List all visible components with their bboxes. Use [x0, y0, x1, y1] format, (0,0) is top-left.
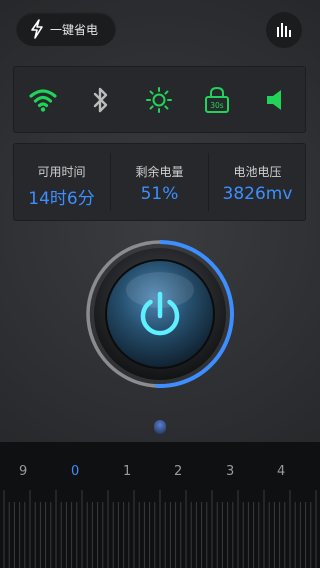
ruler-number: 4 [277, 464, 286, 479]
bar-chart-icon [277, 23, 291, 37]
ruler-number: 1 [123, 464, 132, 479]
one-key-save-label: 一键省电 [50, 22, 99, 37]
wifi-toggle[interactable] [27, 84, 59, 116]
lightning-icon [31, 19, 43, 39]
battery-stats-panel: 可用时间 14时6分 剩余电量 51% 电池电压 3826mv [13, 143, 306, 221]
ruler-number: 3 [226, 464, 235, 479]
available-time-value: 14时6分 [28, 189, 95, 209]
wifi-icon [29, 89, 57, 112]
status-indicator-dot [154, 420, 166, 434]
brightness-icon [146, 87, 172, 113]
available-time-title: 可用时间 [37, 165, 86, 179]
ruler-number: 2 [174, 464, 183, 479]
remaining-stat: 剩余电量 51% [111, 143, 208, 221]
quick-toggles-panel: 30s [13, 66, 306, 133]
voltage-value: 3826mv [222, 184, 293, 204]
bluetooth-toggle[interactable] [85, 84, 117, 116]
screen-timeout-toggle[interactable]: 30s [201, 84, 233, 116]
stats-button[interactable] [266, 12, 302, 48]
time-ruler[interactable]: 9 0 1 2 3 4 [0, 442, 320, 568]
brightness-toggle[interactable] [143, 84, 175, 116]
voltage-title: 电池电压 [233, 165, 282, 179]
available-time-stat: 可用时间 14时6分 [13, 143, 110, 221]
remaining-title: 剩余电量 [135, 165, 184, 179]
voltage-stat: 电池电压 3826mv [209, 143, 306, 221]
timeout-label: 30s [210, 101, 224, 110]
ruler-number-active: 0 [71, 464, 80, 479]
ruler-number: 9 [19, 464, 28, 479]
speaker-icon [267, 90, 281, 110]
power-button[interactable] [105, 259, 215, 369]
bluetooth-icon [93, 87, 108, 113]
ruler-ticks [3, 490, 317, 568]
sound-toggle[interactable] [259, 84, 291, 116]
lock-timeout-icon: 30s [205, 86, 229, 113]
power-ring [84, 238, 236, 390]
remaining-value: 51% [140, 184, 179, 204]
one-key-save-button[interactable]: 一键省电 [16, 12, 116, 46]
